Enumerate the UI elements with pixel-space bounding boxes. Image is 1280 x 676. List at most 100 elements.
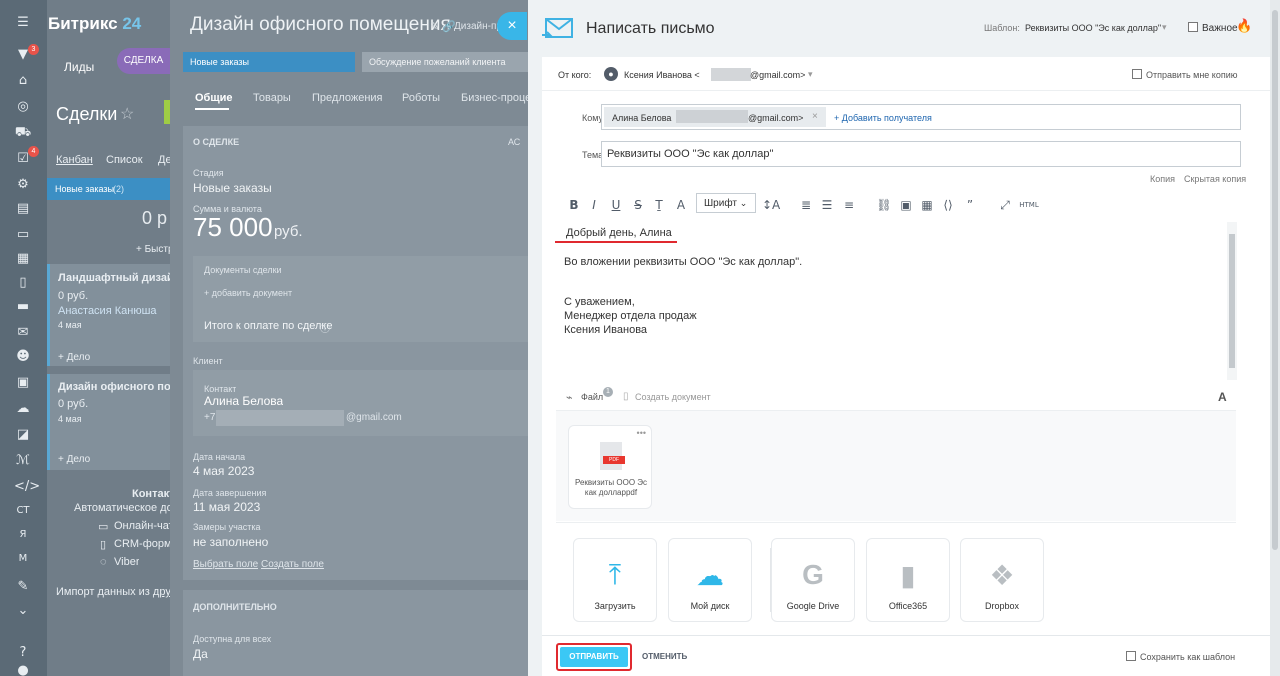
send-copy-checkbox[interactable]: Отправить мне копию	[1132, 69, 1238, 80]
tab-general[interactable]: Общие	[195, 92, 233, 104]
important-checkbox[interactable]: Важное	[1188, 22, 1238, 34]
create-doc-link[interactable]: Создать документ	[635, 392, 711, 402]
channel-viber[interactable]: Viber	[114, 556, 139, 568]
calendar-icon[interactable]: ▦	[14, 250, 32, 268]
box-icon[interactable]: ◪	[14, 426, 32, 444]
ordered-list-button[interactable]: ≣	[798, 198, 814, 212]
font-select[interactable]: Шрифт ⌄	[696, 193, 756, 213]
bullet-list-button[interactable]: ☰	[819, 198, 835, 212]
attachment-card[interactable]: ••• PDF Реквизиты ООО Эс как долларpdf	[568, 425, 652, 509]
mail-icon[interactable]: ✉	[14, 324, 32, 342]
chat-icon[interactable]: ▭	[14, 226, 32, 244]
pen-icon[interactable]: ✎	[14, 578, 32, 596]
menu-icon[interactable]: ☰	[14, 14, 32, 32]
channel-chat[interactable]: Онлайн-чат	[114, 520, 174, 532]
image-icon[interactable]: ▣	[898, 198, 914, 212]
italic-button[interactable]: I	[586, 198, 602, 212]
tab-products[interactable]: Товары	[253, 92, 291, 104]
stage-step[interactable]: Обсуждение пожеланий клиента	[362, 52, 528, 72]
info-icon[interactable]: ⓘ	[320, 320, 330, 335]
view-kanban[interactable]: Канбан	[56, 154, 93, 166]
body-line[interactable]: Во вложении реквизиты ООО "Эс как доллар…	[564, 256, 802, 268]
body-sign[interactable]: Ксения Иванова	[564, 324, 647, 336]
from-email[interactable]: @gmail.com>	[750, 70, 805, 80]
cc-link[interactable]: Копия	[1150, 174, 1175, 184]
app-m[interactable]: М	[14, 550, 32, 568]
html-button[interactable]: HTML	[1018, 201, 1040, 209]
table-icon[interactable]: ▦	[919, 198, 935, 212]
close-button[interactable]: ×	[497, 12, 527, 40]
chevron-down-icon[interactable]: ⌄	[14, 602, 32, 620]
code-icon[interactable]: </>	[14, 478, 40, 496]
cloud-icon[interactable]: ☁	[14, 400, 32, 418]
underline-button[interactable]: U	[608, 198, 624, 212]
deal-card-person[interactable]: Анастасия Канюша	[58, 305, 157, 317]
drive-icon[interactable]: ▤	[14, 200, 32, 218]
stage-step-active[interactable]: Новые заказы	[183, 52, 355, 72]
deal-card-title[interactable]: Дизайн офисного помещ	[58, 381, 170, 393]
tab-deal[interactable]: СДЕЛКА	[117, 48, 170, 74]
fullscreen-icon[interactable]: ⤢	[997, 198, 1013, 213]
page-scrollbar[interactable]	[1270, 0, 1280, 676]
tab-business[interactable]: Бизнес-проце	[461, 92, 528, 104]
home-icon[interactable]: ⌂	[14, 72, 32, 90]
target-icon[interactable]: ◎	[14, 98, 32, 116]
users-icon[interactable]: ☻	[14, 348, 32, 366]
edit-icon[interactable]: ✎ 🔗	[430, 20, 456, 33]
template-select[interactable]: Реквизиты ООО "Эс как доллар"	[1025, 23, 1161, 33]
dropbox-button[interactable]: ❖ Dropbox	[960, 538, 1044, 622]
app-ya[interactable]: Я	[14, 526, 32, 544]
editor-scrollbar[interactable]	[1227, 222, 1237, 380]
close-icon[interactable]: ×	[812, 111, 818, 122]
deal-card-action[interactable]: + Дело	[58, 454, 90, 465]
font-size-button[interactable]: ↕A	[762, 198, 780, 212]
body-greeting[interactable]: Добрый день, Алина	[566, 227, 672, 239]
view-list[interactable]: Список	[106, 154, 143, 166]
google-drive-button[interactable]: G Google Drive	[771, 538, 855, 622]
cancel-button[interactable]: ОТМЕНИТЬ	[642, 652, 687, 661]
add-doc-link[interactable]: + добавить документ	[204, 288, 292, 298]
office365-button[interactable]: ▮ Office365	[866, 538, 950, 622]
link-icon[interactable]: ⛓	[876, 198, 892, 212]
inbox-icon[interactable]: ▬	[14, 298, 32, 316]
quote-icon[interactable]: ”	[962, 198, 978, 212]
add-recipient-link[interactable]: + Добавить получателя	[834, 113, 932, 123]
align-button[interactable]: ≡	[841, 198, 857, 212]
body-sign[interactable]: Менеджер отдела продаж	[564, 310, 697, 322]
contact-name[interactable]: Алина Белова	[204, 394, 283, 408]
acc-button[interactable]: АС	[508, 137, 520, 147]
star-icon[interactable]: ☆	[120, 104, 134, 124]
gear-icon[interactable]: ⚙	[14, 176, 32, 194]
create-field-link[interactable]: Создать поле	[261, 559, 324, 570]
analytics-icon[interactable]: ℳ	[14, 452, 32, 470]
send-button[interactable]: ОТПРАВИТЬ	[560, 647, 628, 667]
chevron-down-icon[interactable]: ▾	[1162, 22, 1167, 33]
clear-format-button[interactable]: Ṯ	[651, 198, 667, 212]
text-color-button[interactable]: A	[673, 198, 689, 212]
tab-offers[interactable]: Предложения	[312, 92, 383, 104]
contacts-icon[interactable]: ▣	[14, 374, 32, 392]
bitrix-logo[interactable]: Битрикс 24	[48, 14, 141, 34]
cart-icon[interactable]: ⛟	[14, 124, 32, 142]
contact-email[interactable]: @gmail.com	[346, 412, 402, 423]
upload-button[interactable]: ⤒ Загрузить	[573, 538, 657, 622]
document-icon[interactable]: ▯	[14, 274, 32, 292]
deal-card-title[interactable]: Ландшафтный дизайн_бо	[58, 272, 170, 284]
deal-card-action[interactable]: + Дело	[58, 352, 90, 363]
chevron-down-icon[interactable]: ▾	[808, 69, 813, 80]
bcc-link[interactable]: Скрытая копия	[1184, 174, 1246, 184]
app-ct[interactable]: СТ	[14, 502, 32, 520]
save-template-checkbox[interactable]: Сохранить как шаблон	[1126, 651, 1235, 662]
choose-field-link[interactable]: Выбрать поле	[193, 559, 258, 570]
my-disk-button[interactable]: ☁ 24 Мой диск	[668, 538, 752, 622]
tab-robots[interactable]: Роботы	[402, 92, 440, 104]
tab-leads[interactable]: Лиды	[64, 60, 94, 74]
file-link[interactable]: Файл	[581, 392, 603, 402]
strike-button[interactable]: S	[630, 198, 646, 212]
formatting-toggle[interactable]: A	[1218, 390, 1227, 404]
body-sign[interactable]: С уважением,	[564, 296, 635, 308]
quick-add[interactable]: + Быстр	[136, 244, 174, 255]
from-name[interactable]: Ксения Иванова <	[624, 70, 700, 80]
code-icon[interactable]: ⟨⟩	[940, 198, 956, 212]
help-icon[interactable]: ?	[14, 644, 32, 662]
